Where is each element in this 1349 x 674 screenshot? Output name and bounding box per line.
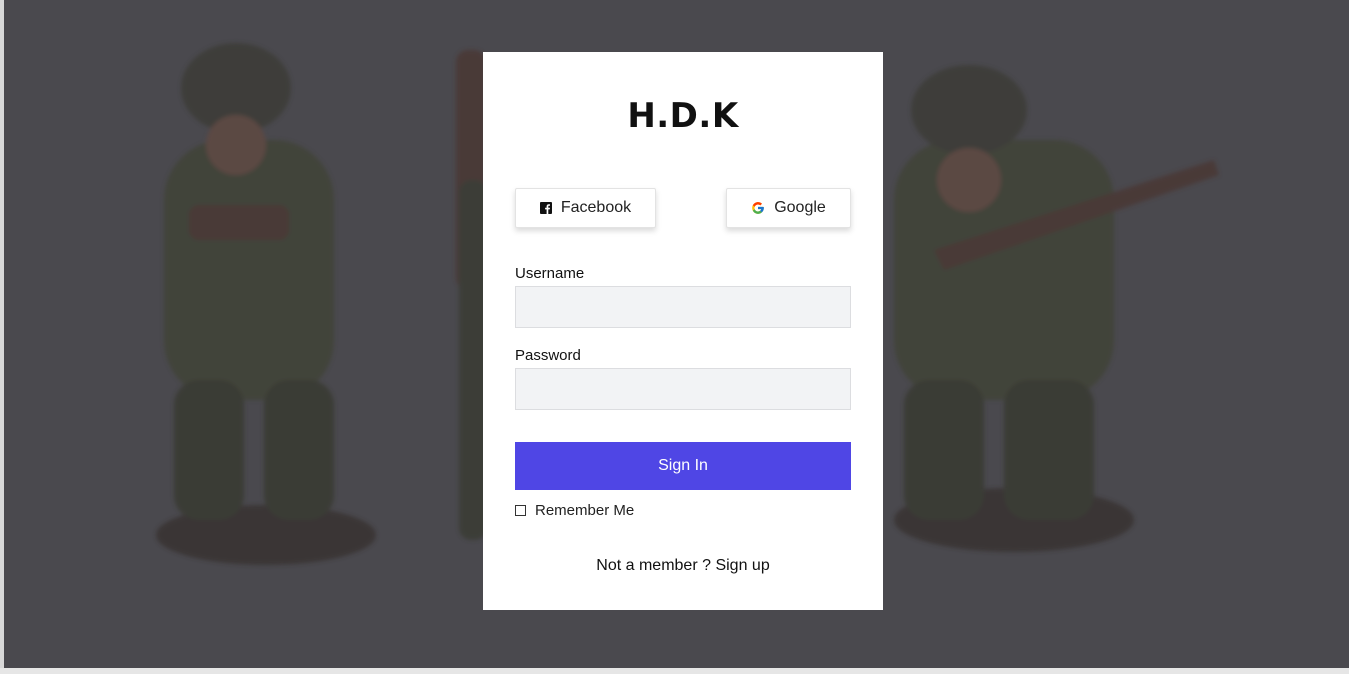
google-icon [751, 201, 765, 215]
brand-title: H.D.K [627, 96, 739, 136]
facebook-login-button[interactable]: Facebook [515, 188, 656, 228]
password-label: Password [515, 347, 581, 364]
sign-in-button[interactable]: Sign In [515, 442, 851, 490]
remember-me-checkbox[interactable] [515, 505, 526, 516]
username-input[interactable] [515, 286, 851, 328]
google-login-label: Google [774, 199, 826, 216]
facebook-icon [539, 202, 552, 214]
login-card: H.D.K Facebook Google Username Password … [483, 52, 883, 610]
remember-me-label[interactable]: Remember Me [535, 502, 634, 519]
signup-link[interactable]: Sign up [715, 557, 769, 574]
remember-me-row: Remember Me [515, 502, 634, 519]
google-login-button[interactable]: Google [726, 188, 851, 228]
facebook-login-label: Facebook [560, 199, 632, 216]
username-label: Username [515, 265, 585, 282]
signup-prompt: Not a member ? Sign up [483, 557, 883, 575]
signup-prompt-text: Not a member ? [596, 557, 711, 574]
password-input[interactable] [515, 368, 851, 410]
bottom-edge [0, 668, 1349, 674]
